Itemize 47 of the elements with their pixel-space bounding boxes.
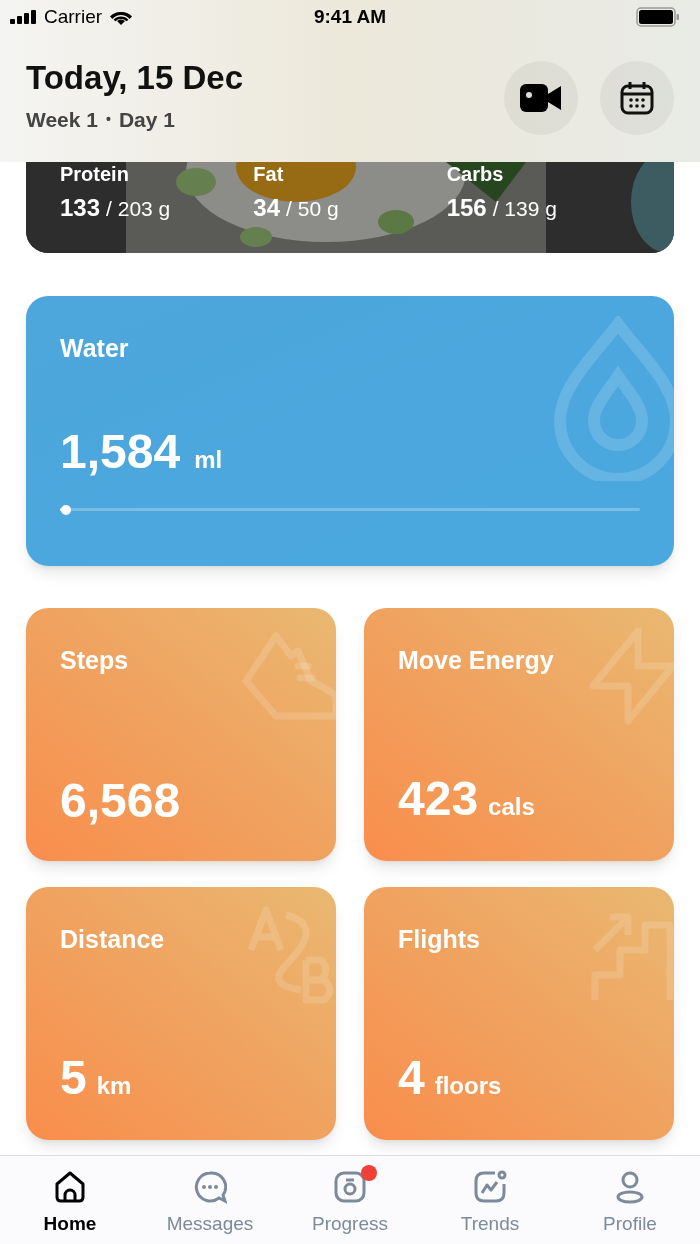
chat-bubble-icon	[193, 1170, 227, 1204]
video-camera-icon	[520, 84, 562, 112]
water-unit: ml	[194, 444, 223, 475]
card-label: Distance	[60, 924, 166, 955]
carrier-text: Carrier	[44, 4, 103, 29]
card-label: Steps	[60, 645, 130, 676]
card-unit: floors	[434, 1071, 502, 1101]
tab-button[interactable]: Messages	[140, 1156, 280, 1244]
tab-button[interactable]: Progress	[280, 1156, 420, 1244]
chart-icon	[473, 1170, 507, 1204]
separator-dot: •	[106, 110, 111, 129]
macro-value: 156	[446, 193, 487, 223]
water-slider[interactable]	[60, 503, 640, 516]
macro-label: Fat	[253, 164, 285, 184]
macro-goal: / 203 g	[106, 196, 171, 222]
card-value: 423	[398, 775, 479, 823]
water-drop-icon	[554, 316, 674, 481]
macro-value: 34	[253, 193, 281, 223]
clock-text: 9:41 AM	[313, 4, 387, 29]
card-unit: cals	[488, 792, 535, 822]
water-label: Water	[60, 333, 130, 364]
tab-button[interactable]: Trends	[420, 1156, 560, 1244]
a-to-b-icon	[246, 905, 336, 1005]
home-icon	[53, 1170, 87, 1204]
card-label: Move Energy	[398, 645, 555, 676]
macro-goal: / 50 g	[286, 196, 339, 222]
calendar-icon	[620, 81, 654, 115]
tab-button[interactable]: Profile	[560, 1156, 700, 1244]
day-label: Day 1	[118, 106, 175, 133]
card-value: 5	[60, 1054, 87, 1102]
card-value: 4	[398, 1054, 425, 1102]
signal-icon	[10, 10, 38, 24]
lightning-bolt-icon	[588, 626, 674, 726]
water-value: 1,584	[60, 427, 181, 476]
macro-label: Carbs	[446, 164, 505, 184]
card-label: Flights	[398, 924, 481, 955]
slider-thumb[interactable]	[60, 504, 71, 515]
date-title: Today, 15 Dec	[26, 60, 244, 94]
macro-label: Protein	[60, 164, 130, 184]
battery-icon	[636, 7, 680, 27]
camera-icon	[333, 1170, 367, 1204]
macro-value: 133	[60, 193, 101, 223]
card-unit: km	[96, 1071, 132, 1101]
macro-goal: / 139 g	[492, 196, 557, 222]
tab-button[interactable]: Home	[0, 1156, 140, 1244]
week-label: Week 1	[26, 106, 98, 133]
card-value: 6,568	[60, 777, 181, 825]
